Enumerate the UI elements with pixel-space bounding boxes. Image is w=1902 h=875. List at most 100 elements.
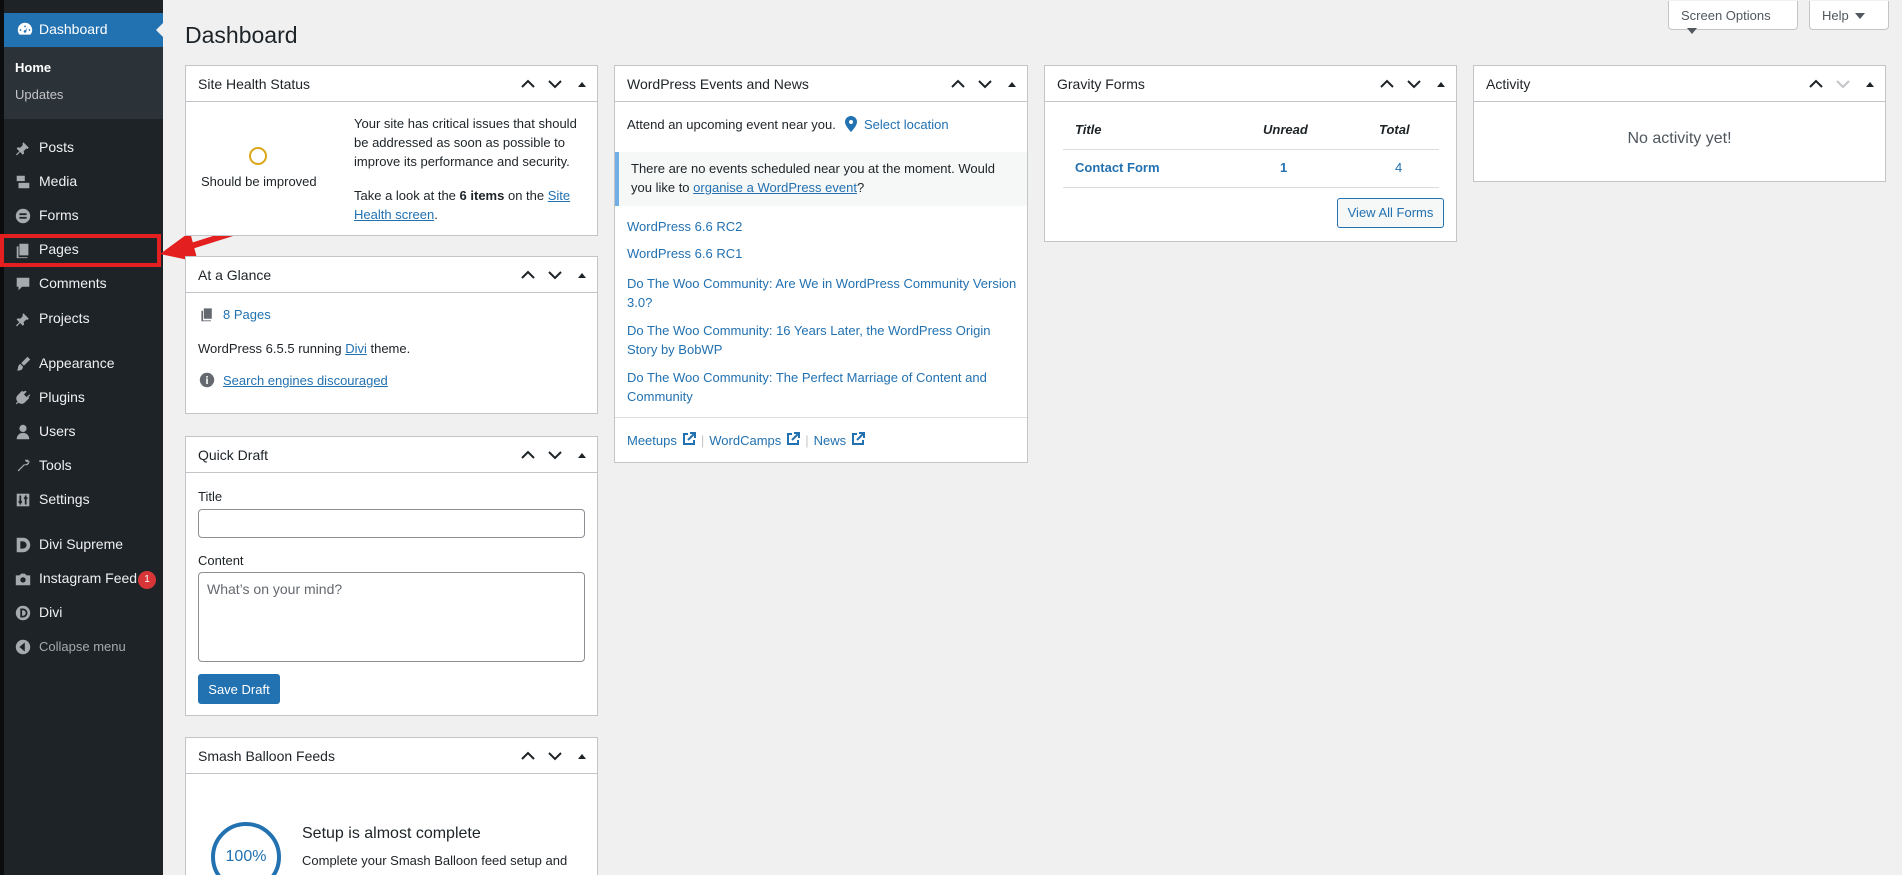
- sidebar-item-instagram-feed[interactable]: Instagram Feed 1: [4, 561, 163, 595]
- events-news-widget: WordPress Events and News Attend an upco…: [614, 65, 1028, 463]
- no-events-suffix: ?: [856, 180, 865, 195]
- handle-actions: [949, 75, 1021, 93]
- toggle-panel-button[interactable]: [573, 446, 591, 464]
- toggle-panel-button[interactable]: [573, 266, 591, 284]
- column-header-total: Total: [1379, 122, 1410, 137]
- meetups-link[interactable]: Meetups: [627, 433, 677, 448]
- draft-content-textarea[interactable]: [198, 572, 585, 662]
- sidebar-item-settings[interactable]: Settings: [4, 482, 163, 516]
- news-link[interactable]: News: [814, 433, 847, 448]
- move-up-button[interactable]: [519, 747, 537, 765]
- toggle-panel-button[interactable]: [1003, 75, 1021, 93]
- pin-icon: [14, 310, 32, 328]
- form-unread-link[interactable]: 1: [1280, 160, 1287, 175]
- sidebar-item-projects[interactable]: Projects: [4, 301, 163, 335]
- handle-actions: [519, 266, 591, 284]
- content-label: Content: [198, 553, 244, 568]
- divi-icon: [14, 604, 32, 622]
- move-up-button[interactable]: [519, 75, 537, 93]
- divi-supreme-icon: [14, 536, 32, 554]
- move-up-button[interactable]: [1807, 75, 1825, 93]
- collapse-menu-button[interactable]: Collapse menu: [4, 629, 163, 663]
- move-down-button[interactable]: [546, 747, 564, 765]
- news-item[interactable]: WordPress 6.6 RC2: [627, 219, 742, 234]
- news-item[interactable]: Do The Woo Community: 16 Years Later, th…: [627, 321, 1017, 359]
- wrench-icon: [14, 457, 32, 475]
- quick-draft-widget: Quick Draft Title Content Save Draft: [185, 436, 598, 716]
- help-button[interactable]: Help: [1809, 1, 1889, 30]
- sidebar-item-label: Forms: [39, 207, 79, 223]
- wp-running-text: WordPress 6.5.5 running: [198, 341, 342, 356]
- health-message: Your site has critical issues that shoul…: [354, 116, 577, 169]
- toggle-panel-button[interactable]: [1432, 75, 1450, 93]
- plugin-icon: [14, 389, 32, 407]
- move-up-button[interactable]: [949, 75, 967, 93]
- save-draft-button[interactable]: Save Draft: [198, 674, 280, 704]
- form-title-link[interactable]: Contact Form: [1075, 160, 1160, 175]
- sidebar-item-forms[interactable]: Forms: [4, 198, 163, 232]
- screen-options-button[interactable]: Screen Options: [1668, 1, 1798, 34]
- wordcamps-link[interactable]: WordCamps: [709, 433, 781, 448]
- sidebar-item-label: Settings: [39, 491, 90, 507]
- view-all-forms-button[interactable]: View All Forms: [1337, 198, 1444, 228]
- search-engines-link[interactable]: Search engines discouraged: [223, 373, 388, 388]
- move-down-button[interactable]: [546, 266, 564, 284]
- sidebar-item-dashboard[interactable]: Dashboard: [4, 13, 164, 47]
- info-icon: [199, 372, 215, 391]
- title-label: Title: [198, 489, 223, 504]
- sidebar-item-users[interactable]: Users: [4, 414, 163, 448]
- postbox-header: WordPress Events and News: [615, 66, 1027, 102]
- external-link-icon: [851, 432, 866, 449]
- news-item[interactable]: Do The Woo Community: Are We in WordPres…: [627, 274, 1017, 312]
- sidebar-item-comments[interactable]: Comments: [4, 266, 163, 300]
- sidebar-item-label: Plugins: [39, 389, 85, 405]
- move-up-button[interactable]: [519, 446, 537, 464]
- toggle-panel-button[interactable]: [573, 747, 591, 765]
- handle-actions: [519, 75, 591, 93]
- media-icon: [14, 173, 32, 191]
- move-down-button[interactable]: [1405, 75, 1423, 93]
- progress-percent: 100%: [225, 848, 267, 865]
- sidebar-item-appearance[interactable]: Appearance: [4, 346, 163, 380]
- sidebar-item-divi[interactable]: Divi: [4, 595, 163, 629]
- draft-title-input[interactable]: [198, 509, 585, 538]
- news-item[interactable]: Do The Woo Community: The Perfect Marria…: [627, 368, 1017, 406]
- move-up-button[interactable]: [1378, 75, 1396, 93]
- move-down-button[interactable]: [546, 446, 564, 464]
- move-down-button[interactable]: [976, 75, 994, 93]
- separator: |: [700, 433, 705, 448]
- handle-actions: [1807, 75, 1879, 93]
- handle-actions: [519, 747, 591, 765]
- theme-link[interactable]: Divi: [345, 341, 367, 356]
- comments-icon: [14, 275, 32, 293]
- sidebar-item-divi-supreme[interactable]: Divi Supreme: [4, 527, 163, 561]
- form-total-link[interactable]: 4: [1395, 160, 1402, 175]
- sidebar-item-label: Users: [39, 423, 76, 439]
- widget-title: Activity: [1486, 76, 1531, 92]
- postbox-header: Smash Balloon Feeds: [186, 738, 597, 774]
- sidebar-item-posts[interactable]: Posts: [4, 130, 163, 164]
- move-up-button[interactable]: [519, 266, 537, 284]
- text-prefix: Take a look at the: [354, 188, 456, 203]
- dashboard-submenu: Home Updates: [4, 47, 163, 119]
- submenu-home[interactable]: Home: [15, 60, 51, 75]
- move-down-button[interactable]: [546, 75, 564, 93]
- sidebar-item-plugins[interactable]: Plugins: [4, 380, 163, 414]
- toggle-panel-button[interactable]: [573, 75, 591, 93]
- submenu-updates[interactable]: Updates: [15, 87, 63, 102]
- widget-title: Gravity Forms: [1057, 76, 1145, 92]
- sidebar-item-tools[interactable]: Tools: [4, 448, 163, 482]
- toggle-panel-button[interactable]: [1861, 75, 1879, 93]
- organise-event-link[interactable]: organise a WordPress event: [693, 180, 857, 195]
- select-location-link[interactable]: Select location: [864, 117, 949, 132]
- forms-icon: [14, 207, 32, 225]
- divider: [615, 417, 1027, 418]
- pages-count-link[interactable]: 8 Pages: [223, 307, 271, 322]
- news-item[interactable]: WordPress 6.6 RC1: [627, 246, 742, 261]
- move-down-button[interactable]: [1834, 75, 1852, 93]
- sidebar-item-label: Tools: [39, 457, 72, 473]
- text-on-the: on the: [507, 188, 545, 203]
- sidebar-item-label: Divi: [39, 604, 63, 620]
- sidebar-item-media[interactable]: Media: [4, 164, 163, 198]
- health-take-look: Take a look at the 6 items on the Site H…: [354, 186, 584, 224]
